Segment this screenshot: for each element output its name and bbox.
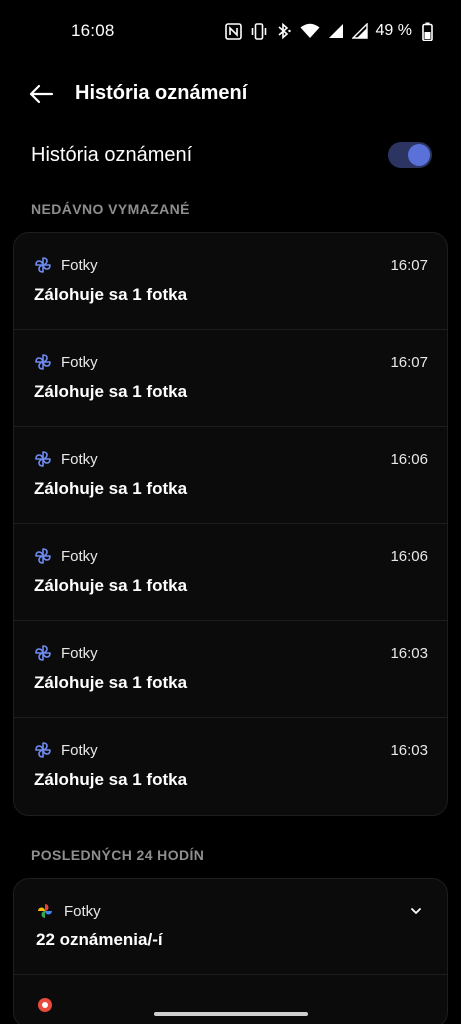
last-24h-card: Fotky 22 oznámenia/-í bbox=[13, 878, 448, 1024]
notification-item[interactable]: Fotky 16:07 Zálohuje sa 1 fotka bbox=[14, 330, 447, 427]
recently-dismissed-card: Fotky 16:07 Zálohuje sa 1 fotka Fotky 16:07 Z… bbox=[13, 232, 448, 816]
status-bar: 16:08 49 % bbox=[0, 0, 461, 62]
notification-text: Zálohuje sa 1 fotka bbox=[34, 382, 188, 401]
pinwheel-icon bbox=[34, 256, 52, 274]
notification-text: Zálohuje sa 1 fotka bbox=[34, 576, 188, 595]
vibrate-icon bbox=[250, 22, 268, 40]
back-button[interactable] bbox=[22, 78, 60, 110]
notification-group[interactable]: Fotky 22 oznámenia/-í bbox=[14, 879, 447, 975]
notification-group[interactable] bbox=[14, 975, 447, 1024]
pinwheel-icon bbox=[34, 644, 52, 662]
notification-app-name: Fotky bbox=[61, 645, 98, 662]
page-title: História oznámení bbox=[75, 82, 248, 104]
arrow-left-icon bbox=[29, 84, 54, 104]
toggle-label: História oznámení bbox=[31, 144, 193, 166]
notification-item[interactable]: Fotky 16:06 Zálohuje sa 1 fotka bbox=[14, 427, 447, 524]
notification-item[interactable]: Fotky 16:06 Zálohuje sa 1 fotka bbox=[14, 524, 447, 621]
notification-time: 16:03 bbox=[390, 645, 428, 662]
notification-time: 16:06 bbox=[390, 451, 428, 468]
notification-history-switch[interactable] bbox=[388, 142, 432, 168]
signal-icon bbox=[328, 23, 344, 39]
pinwheel-icon bbox=[34, 741, 52, 759]
notification-app-name: Fotky bbox=[61, 742, 98, 759]
notification-text: Zálohuje sa 1 fotka bbox=[34, 285, 188, 304]
group-app-name: Fotky bbox=[64, 903, 101, 920]
app-icon bbox=[37, 997, 53, 1013]
notification-time: 16:03 bbox=[390, 742, 428, 759]
battery-percent: 49 % bbox=[375, 22, 412, 39]
notification-item[interactable]: Fotky 16:03 Zálohuje sa 1 fotka bbox=[14, 718, 447, 815]
notification-app-name: Fotky bbox=[61, 548, 98, 565]
notification-item[interactable]: Fotky 16:07 Zálohuje sa 1 fotka bbox=[14, 233, 447, 330]
nfc-icon bbox=[224, 22, 242, 40]
section-header-last-24h: POSLEDNÝCH 24 HODÍN bbox=[31, 847, 205, 863]
notification-time: 16:07 bbox=[390, 354, 428, 371]
notification-item[interactable]: Fotky 16:03 Zálohuje sa 1 fotka bbox=[14, 621, 447, 718]
notification-app-name: Fotky bbox=[61, 257, 98, 274]
bluetooth-icon bbox=[276, 22, 292, 40]
home-indicator[interactable] bbox=[154, 1012, 308, 1016]
notification-history-toggle-row[interactable]: História oznámení bbox=[0, 130, 461, 180]
chevron-down-icon[interactable] bbox=[409, 904, 423, 918]
wifi-icon bbox=[300, 23, 320, 39]
status-icons: 49 % bbox=[224, 20, 433, 42]
status-time: 16:08 bbox=[71, 21, 115, 40]
group-count: 22 oznámenia/-í bbox=[36, 930, 163, 949]
signal-icon bbox=[351, 23, 368, 39]
pinwheel-icon bbox=[34, 450, 52, 468]
notification-text: Zálohuje sa 1 fotka bbox=[34, 479, 188, 498]
notification-time: 16:07 bbox=[390, 257, 428, 274]
notification-app-name: Fotky bbox=[61, 451, 98, 468]
section-header-recently-dismissed: NEDÁVNO VYMAZANÉ bbox=[31, 201, 190, 217]
switch-knob bbox=[408, 144, 430, 166]
battery-icon bbox=[422, 22, 433, 41]
pinwheel-icon bbox=[34, 547, 52, 565]
notification-app-name: Fotky bbox=[61, 354, 98, 371]
notification-text: Zálohuje sa 1 fotka bbox=[34, 770, 188, 789]
app-bar: História oznámení bbox=[0, 70, 461, 118]
notification-text: Zálohuje sa 1 fotka bbox=[34, 673, 188, 692]
notification-time: 16:06 bbox=[390, 548, 428, 565]
google-photos-icon bbox=[37, 903, 53, 919]
pinwheel-icon bbox=[34, 353, 52, 371]
